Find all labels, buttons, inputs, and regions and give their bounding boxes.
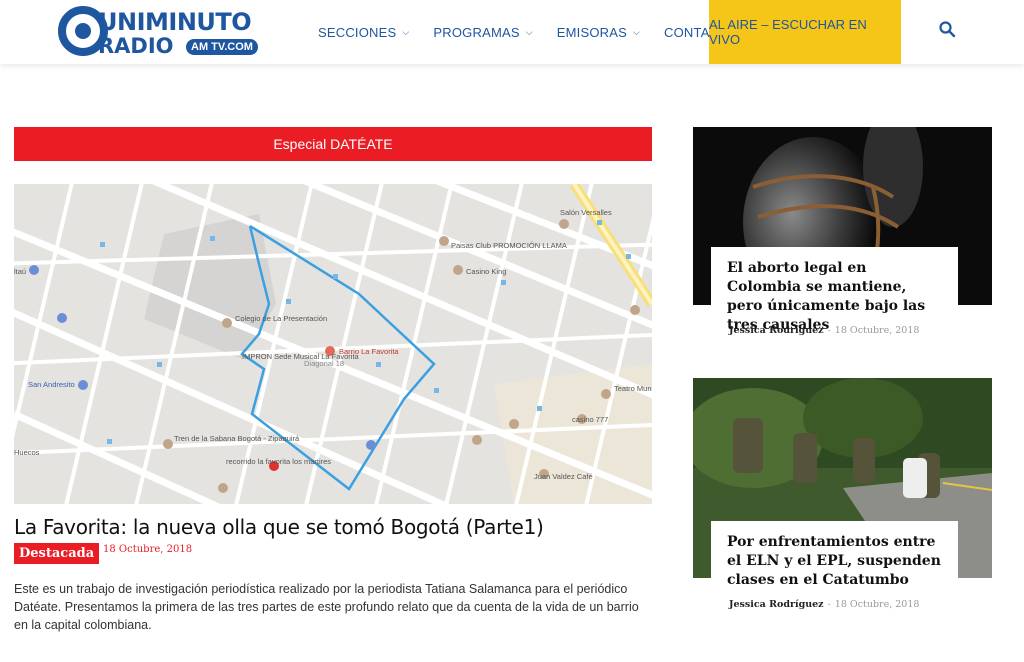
feature-date: 18 Octubre, 2018 xyxy=(103,544,193,555)
feature-excerpt: Este es un trabajo de investigación peri… xyxy=(14,582,639,632)
search-icon[interactable] xyxy=(938,20,956,38)
nav-item-programas[interactable]: PROGRAMAS ⌵ xyxy=(421,0,544,64)
map-label: Diagonal 18 xyxy=(304,359,344,368)
side-article-title[interactable]: El aborto legal en Colombia se mantiene,… xyxy=(727,259,942,335)
side-article-card[interactable]: Por enfrentamientos entre el ELN y el EP… xyxy=(711,521,958,588)
article-date: 18 Octubre, 2018 xyxy=(834,599,920,610)
nav-item-label: SECCIONES xyxy=(318,24,397,40)
side-article-title[interactable]: Por enfrentamientos entre el ELN y el EP… xyxy=(727,533,942,590)
map-label: Huecos xyxy=(14,448,40,457)
chevron-down-icon: ⌵ xyxy=(633,26,641,37)
map-label: Colegio de La Presentación xyxy=(235,314,327,323)
map-label: Paisas Club PROMOCIÓN LLAMA xyxy=(451,241,567,250)
map-label: Casino King xyxy=(466,267,506,276)
chevron-down-icon: ⌵ xyxy=(402,26,410,37)
special-banner[interactable]: Especial DATÉATE xyxy=(14,127,652,161)
map-label: casino 777 xyxy=(572,415,608,424)
map-label: Barrio La Favorita xyxy=(339,347,399,356)
nav-item-emisoras[interactable]: EMISORAS ⌵ xyxy=(545,0,652,64)
feature-map-image[interactable]: Colegio de La Presentación IMPRON Sede M… xyxy=(14,184,652,504)
nav-item-label: EMISORAS xyxy=(556,24,627,40)
map-label: Tren de la Sabana Bogotá - Zipaquirá xyxy=(174,434,300,443)
map-label: San Andresito xyxy=(28,380,75,389)
side-article-meta: Jessica Rodríguez -18 Octubre, 2018 xyxy=(729,325,920,336)
nav-item-secciones[interactable]: SECCIONES ⌵ xyxy=(306,0,421,64)
feature-title[interactable]: La Favorita: la nueva olla que se tomó B… xyxy=(14,515,544,539)
chevron-down-icon: ⌵ xyxy=(525,26,533,37)
author-name[interactable]: Jessica Rodríguez xyxy=(729,325,824,336)
author-name[interactable]: Jessica Rodríguez xyxy=(729,599,824,610)
map-label: Juan Valdez Café xyxy=(534,472,593,481)
listen-live-button[interactable]: AL AIRE – ESCUCHAR EN VIVO xyxy=(709,0,901,64)
map-label: ltaú xyxy=(14,267,26,276)
site-header: UNIMINUTO RADIO AM TV.COM SECCIONES ⌵ PR… xyxy=(0,0,1024,64)
map-graphic: Colegio de La Presentación IMPRON Sede M… xyxy=(14,184,652,504)
main-nav: SECCIONES ⌵ PROGRAMAS ⌵ EMISORAS ⌵ CONTA… xyxy=(306,0,749,64)
logo-line2: RADIO xyxy=(98,34,174,58)
article-date: 18 Octubre, 2018 xyxy=(834,325,920,336)
logo-badge: AM TV.COM xyxy=(186,39,258,55)
nav-item-label: PROGRAMAS xyxy=(433,24,520,40)
map-label: Teatro Municipal Jorge Eliécer xyxy=(614,384,652,393)
map-label: recorrido la favorita los martires xyxy=(226,457,331,466)
site-logo[interactable]: UNIMINUTO RADIO AM TV.COM xyxy=(58,6,268,58)
side-article-card[interactable]: El aborto legal en Colombia se mantiene,… xyxy=(711,247,958,333)
category-tag[interactable]: Destacada xyxy=(14,543,100,564)
map-label: Salón Versalles xyxy=(560,208,612,217)
logo-line1: UNIMINUTO xyxy=(98,8,252,36)
side-article-meta: Jessica Rodríguez -18 Octubre, 2018 xyxy=(729,599,920,610)
